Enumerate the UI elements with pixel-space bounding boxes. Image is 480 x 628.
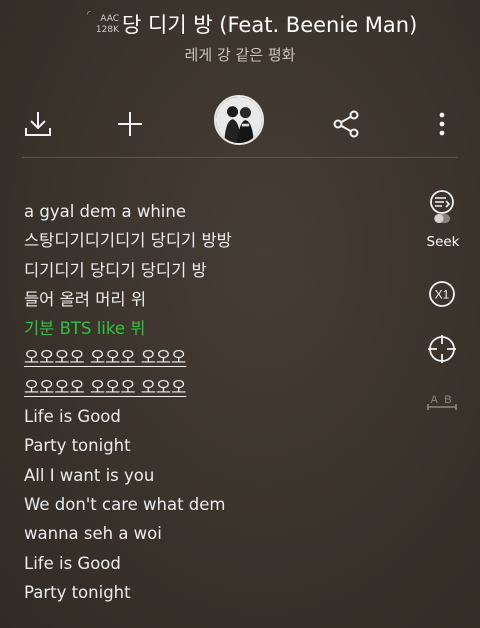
playback-speed-button[interactable]: X1 [420,280,464,308]
quality-icon: ◜ [87,10,91,20]
ab-repeat-icon: A B [427,394,457,410]
album-art-image [216,97,262,143]
lyric-line[interactable]: wanna seh a woi [24,522,404,551]
share-button[interactable] [330,108,362,140]
player-header: ◜ AAC 128K 당 디기 방 (Feat. Beenie Man) 레게 … [0,0,480,70]
lyric-line[interactable]: Party tonight [24,581,404,610]
seek-label: Seek [426,234,460,250]
song-title: 당 디기 방 (Feat. Beenie Man) [122,13,418,37]
plus-icon [118,112,142,136]
lyrics-panel[interactable]: a gyal dem a whine 스탕디기디기디기 당디기 방방 디기디기 … [24,200,404,610]
lyric-line[interactable]: a gyal dem a whine [24,200,404,229]
add-button[interactable] [114,108,146,140]
locate-current-line-button[interactable] [420,334,464,364]
lyric-line[interactable]: 들어 올려 머리 위 [24,288,404,317]
lyric-line-current[interactable]: 기분 BTS like 뷔 [24,317,404,346]
ab-repeat-button[interactable]: A B [420,390,464,416]
album-art-thumbnail[interactable] [214,95,264,145]
lyric-line[interactable]: 오오오오 오오오 오오오 [24,376,404,405]
lyric-line[interactable]: 스탕디기디기디기 당디기 방방 [24,229,404,258]
download-button[interactable] [22,108,54,140]
seek-toggle[interactable] [420,188,464,232]
seek-icon [430,190,454,223]
quality-codec: AAC [100,14,119,24]
ab-label: A B [430,394,453,406]
share-icon [333,110,359,138]
lyric-line[interactable]: Party tonight [24,434,404,463]
more-vertical-icon [439,112,445,136]
more-button[interactable] [426,108,458,140]
toolbar-divider [22,157,458,158]
speed-icon: X1 [429,281,455,307]
speed-label: X1 [435,288,450,302]
lyric-line[interactable]: Life is Good [24,552,404,581]
quality-bitrate: 128K [95,25,119,35]
crosshair-icon [428,335,456,363]
audio-quality-badge: ◜ AAC 128K [87,10,119,36]
lyric-line[interactable]: Life is Good [24,405,404,434]
lyric-line[interactable]: 오오오오 오오오 오오오 [24,346,404,375]
download-icon [25,112,51,136]
lyric-line[interactable]: All I want is you [24,464,404,493]
lyric-line[interactable]: 디기디기 당디기 당디기 방 [24,259,404,288]
artist-name[interactable]: 레게 강 같은 평화 [0,44,480,65]
lyric-line[interactable]: We don't care what dem [24,493,404,522]
